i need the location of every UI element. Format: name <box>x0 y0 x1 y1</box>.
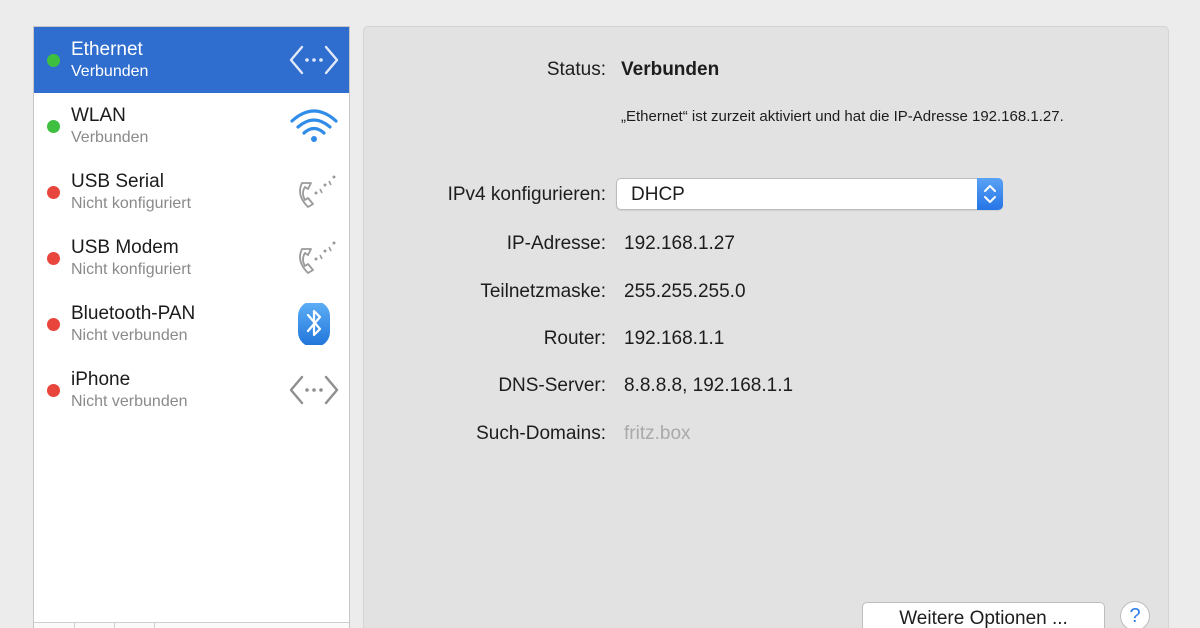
remove-service-button[interactable] <box>74 623 115 628</box>
status-label: Status: <box>546 59 606 80</box>
ipv4-configure-label: IPv4 konfigurieren: <box>447 184 606 205</box>
status-dot-disconnected <box>47 252 60 265</box>
service-name: WLAN <box>71 105 126 126</box>
service-status: Nicht konfiguriert <box>71 261 192 278</box>
service-item-bluetooth-pan[interactable]: Bluetooth-PAN Nicht verbunden <box>34 291 349 357</box>
service-item-usb-serial[interactable]: USB Serial Nicht konfiguriert <box>34 159 349 225</box>
service-detail-pane: Status: Verbunden „Ethernet“ ist zurzeit… <box>363 26 1169 628</box>
status-dot-connected <box>47 54 60 67</box>
service-item-wlan[interactable]: WLAN Verbunden <box>34 93 349 159</box>
service-item-usb-modem[interactable]: USB Modem Nicht konfiguriert <box>34 225 349 291</box>
status-dot-disconnected <box>47 318 60 331</box>
search-domains-value: fritz.box <box>624 423 691 444</box>
service-status: Nicht verbunden <box>71 327 188 344</box>
status-dot-connected <box>47 120 60 133</box>
wifi-icon <box>290 109 338 142</box>
service-list-toolbar <box>34 622 349 628</box>
service-actions-button[interactable] <box>114 623 155 628</box>
service-status: Verbunden <box>71 129 149 146</box>
dns-server-label: DNS-Server: <box>498 375 606 396</box>
dns-server-value: 8.8.8.8, 192.168.1.1 <box>624 375 794 396</box>
service-name: USB Serial <box>71 171 164 192</box>
ethernet-icon <box>289 375 339 405</box>
phone-icon <box>299 241 336 274</box>
ipv4-configure-popup[interactable]: DHCP <box>616 178 1003 210</box>
service-name: Ethernet <box>71 39 143 60</box>
status-dot-disconnected <box>47 186 60 199</box>
service-item-ethernet[interactable]: Ethernet Verbunden <box>34 27 349 93</box>
status-dot-disconnected <box>47 384 60 397</box>
service-name: USB Modem <box>71 237 179 258</box>
status-description: „Ethernet“ ist zurzeit aktiviert und hat… <box>621 108 1064 125</box>
phone-icon <box>299 175 336 208</box>
subnet-mask-label: Teilnetzmaske: <box>480 281 606 302</box>
ipv4-configure-value: DHCP <box>631 184 685 205</box>
ip-address-label: IP-Adresse: <box>506 233 606 254</box>
popup-arrows-icon <box>977 178 1003 210</box>
search-domains-label: Such-Domains: <box>476 423 606 444</box>
service-name: Bluetooth-PAN <box>71 303 196 324</box>
router-label: Router: <box>543 328 606 349</box>
ip-address-value: 192.168.1.27 <box>624 233 735 254</box>
bluetooth-icon <box>298 303 330 345</box>
service-status: Nicht verbunden <box>71 393 188 410</box>
service-item-iphone[interactable]: iPhone Nicht verbunden <box>34 357 349 423</box>
service-status: Nicht konfiguriert <box>71 195 192 212</box>
network-preferences-window: Ethernet Verbunden WLAN Verbunden USB Se… <box>0 0 1200 628</box>
status-value: Verbunden <box>621 59 720 80</box>
router-value: 192.168.1.1 <box>624 328 725 349</box>
help-button[interactable]: ? <box>1120 601 1150 628</box>
service-name: iPhone <box>71 369 131 390</box>
service-status: Verbunden <box>71 63 149 80</box>
add-service-button[interactable] <box>34 623 75 628</box>
service-list[interactable]: Ethernet Verbunden WLAN Verbunden USB Se… <box>33 26 350 628</box>
subnet-mask-value: 255.255.255.0 <box>624 281 746 302</box>
ethernet-icon <box>289 45 339 75</box>
advanced-options-button[interactable]: Weitere Optionen ... <box>862 602 1105 628</box>
